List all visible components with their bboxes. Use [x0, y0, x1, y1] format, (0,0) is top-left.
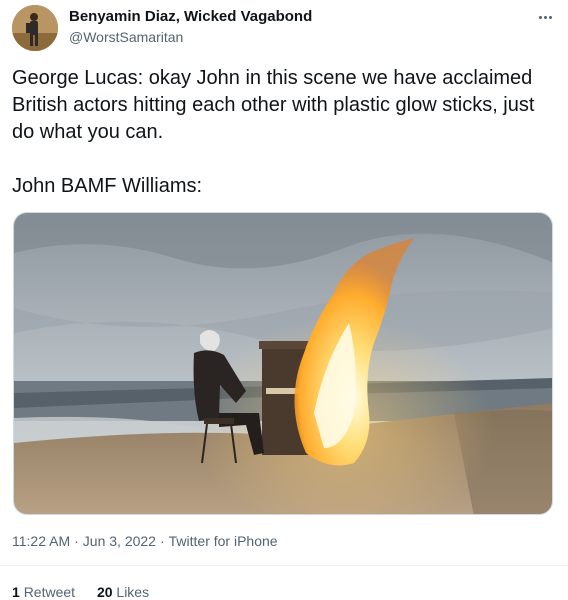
tweet-stats: 1 Retweet 20 Likes	[12, 583, 167, 600]
tweet-photo[interactable]	[13, 212, 553, 515]
tweet-date[interactable]: Jun 3, 2022	[83, 533, 156, 549]
retweets-stat[interactable]: 1 Retweet	[12, 584, 75, 600]
likes-stat[interactable]: 20 Likes	[97, 584, 149, 600]
author-handle[interactable]: @WorstSamaritan	[69, 28, 312, 46]
meta-separator: ·	[159, 533, 165, 549]
avatar[interactable]	[12, 5, 58, 51]
retweet-label: Retweet	[23, 584, 76, 600]
author-display-name[interactable]: Benyamin Diaz, Wicked Vagabond	[69, 8, 312, 26]
divider	[0, 565, 568, 566]
meta-separator: ·	[74, 533, 79, 549]
tweet: Benyamin Diaz, Wicked Vagabond @WorstSam…	[0, 0, 568, 600]
retweet-count: 1	[12, 584, 20, 600]
likes-label: Likes	[116, 584, 150, 600]
tweet-meta: 11:22 AM · Jun 3, 2022 · Twitter for iPhone	[12, 532, 278, 550]
tweet-source[interactable]: Twitter for iPhone	[169, 533, 278, 549]
tweet-time[interactable]: 11:22 AM	[12, 533, 70, 549]
more-horizontal-icon[interactable]	[536, 8, 554, 26]
author-block: Benyamin Diaz, Wicked Vagabond @WorstSam…	[69, 8, 312, 46]
tweet-text: George Lucas: okay John in this scene we…	[12, 67, 535, 197]
likes-count: 20	[96, 584, 113, 600]
